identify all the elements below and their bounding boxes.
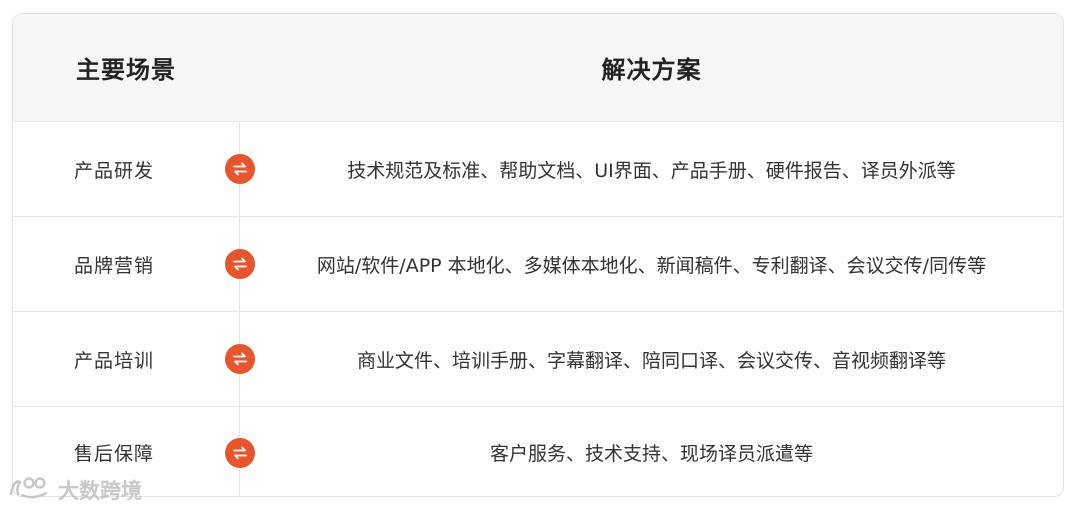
solution-text: 技术规范及标准、帮助文档、UI界面、产品手册、硬件报告、译员外派等 — [347, 159, 956, 182]
swap-arrows-icon — [225, 249, 255, 279]
header-cell-scene: 主要场景 — [13, 14, 239, 121]
scene-cell: 产品研发 — [13, 122, 239, 216]
table-row: 售后保障 客户服务、技术支持、现场译员派遣等 — [13, 407, 1063, 496]
scene-label: 售后保障 — [73, 443, 154, 465]
watermark: 大数跨境 — [8, 474, 142, 505]
header-cell-solution: 解决方案 — [240, 14, 1063, 121]
solution-text: 商业文件、培训手册、字幕翻译、陪同口译、会议交传、音视频翻译等 — [356, 349, 946, 372]
scene-cell: 品牌营销 — [13, 217, 239, 311]
solution-cell: 客户服务、技术支持、现场译员派遣等 — [240, 407, 1063, 496]
table-header: 主要场景 解决方案 — [13, 14, 1063, 122]
brand-logo-icon — [8, 474, 52, 505]
solution-cell: 网站/软件/APP 本地化、多媒体本地化、新闻稿件、专利翻译、会议交传/同传等 — [240, 217, 1063, 311]
scene-label: 品牌营销 — [73, 254, 154, 277]
scene-cell: 产品培训 — [13, 312, 239, 406]
scene-label: 产品研发 — [73, 159, 154, 182]
solution-text: 网站/软件/APP 本地化、多媒体本地化、新闻稿件、专利翻译、会议交传/同传等 — [316, 254, 987, 277]
solution-cell: 技术规范及标准、帮助文档、UI界面、产品手册、硬件报告、译员外派等 — [240, 122, 1063, 216]
watermark-text: 大数跨境 — [58, 478, 142, 503]
scene-label: 产品培训 — [73, 349, 154, 372]
swap-arrows-icon — [225, 344, 255, 374]
header-scene-label: 主要场景 — [76, 56, 176, 84]
table-row: 产品培训 商业文件、培训手册、字幕翻译、陪同口译、会议交传、音视频翻译等 — [13, 312, 1063, 407]
swap-arrows-icon — [225, 437, 255, 468]
solution-text: 客户服务、技术支持、现场译员派遣等 — [489, 443, 813, 465]
table-row: 品牌营销 网站/软件/APP 本地化、多媒体本地化、新闻稿件、专利翻译、会议交传… — [13, 217, 1063, 312]
table-row: 产品研发 技术规范及标准、帮助文档、UI界面、产品手册、硬件报告、译员外派等 — [13, 122, 1063, 217]
swap-arrows-icon — [225, 154, 255, 184]
solution-cell: 商业文件、培训手册、字幕翻译、陪同口译、会议交传、音视频翻译等 — [240, 312, 1063, 406]
scenario-table: 主要场景 解决方案 产品研发 技术规范及标准、帮助文档、UI界面、产品手册、硬件… — [12, 13, 1064, 497]
header-solution-label: 解决方案 — [601, 56, 702, 84]
